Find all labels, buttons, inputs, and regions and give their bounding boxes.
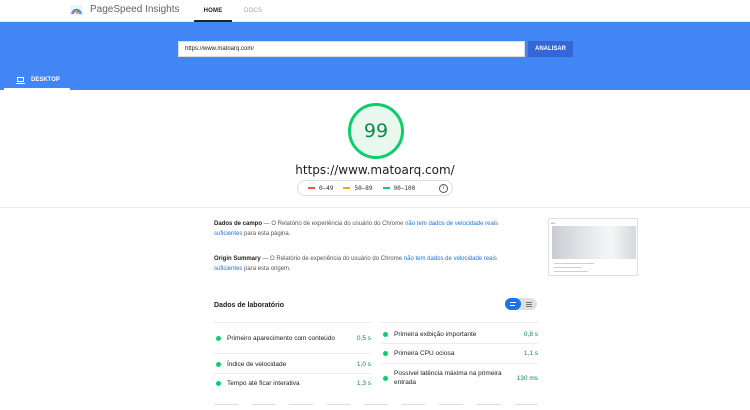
metrics-row-divider: [214, 353, 371, 354]
analyze-button[interactable]: ANALISAR: [528, 41, 573, 57]
metric-first-contentful-paint: Primeiro aparecimento com conteúdo 0,5 s: [214, 329, 371, 347]
nav-tab-docs[interactable]: DOCS: [244, 0, 262, 22]
pass-indicator-icon: [383, 375, 388, 381]
metric-first-cpu-idle: Primeira CPU ociosa 1,1 s: [381, 344, 538, 362]
app-brand: PageSpeed Insights: [90, 4, 180, 15]
metric-first-meaningful-paint: Primeira exibição importante 0,8 s: [381, 325, 538, 343]
pass-indicator-icon: [216, 335, 221, 341]
tab-desktop-label: DESKTOP: [31, 77, 60, 83]
nav-tab-home[interactable]: HOME: [194, 0, 232, 22]
pagespeed-logo-icon: [70, 5, 83, 16]
performance-score-gauge: 99: [348, 103, 404, 159]
metric-time-to-interactive: Tempo até ficar interativa 1,3 s: [214, 374, 371, 392]
search-header: ANALISAR DESKTOP: [0, 22, 750, 90]
origin-summary-section: Origin Summary — O Relatório de experiên…: [214, 254, 524, 274]
origin-summary-title: Origin Summary: [214, 256, 261, 262]
info-icon[interactable]: i: [439, 184, 448, 193]
metric-max-potential-fid: Possível latência máxima na primeira ent…: [381, 369, 538, 387]
field-data-title: Dados de campo: [214, 221, 263, 227]
field-data-suffix: para esta página.: [242, 231, 291, 237]
metrics-row-divider: [381, 363, 538, 364]
page-screenshot-thumbnail: ▪▪▪▪: [548, 218, 638, 276]
tab-desktop[interactable]: DESKTOP: [4, 72, 70, 90]
origin-summary-text: — O Relatório de experiência do usuário …: [260, 256, 404, 262]
section-divider: [0, 207, 750, 208]
screenshot-image: [552, 226, 636, 259]
legend-item-fail: 0–49: [308, 185, 333, 192]
field-data-section: Dados de campo — O Relatório de experiên…: [214, 219, 524, 239]
pass-indicator-icon: [383, 331, 388, 337]
view-toggle[interactable]: [505, 298, 537, 310]
pass-indicator-icon: [216, 380, 221, 386]
metric-speed-index: Índice de velocidade 1,0 s: [214, 355, 371, 373]
metrics-row-divider: [214, 322, 371, 323]
origin-summary-suffix: para esta origem.: [242, 266, 291, 272]
pass-indicator-icon: [383, 350, 388, 356]
legend-item-pass: 90–100: [382, 185, 415, 192]
analyzed-url: https://www.matoarq.com/: [295, 163, 455, 177]
metrics-row-divider: [381, 322, 538, 323]
performance-score: 99: [363, 120, 389, 142]
laptop-icon: [16, 76, 25, 84]
legend-item-average: 50–89: [343, 185, 373, 192]
top-bar: PageSpeed Insights HOME DOCS: [0, 0, 750, 22]
filmstrip-preview: [214, 404, 539, 410]
field-data-text: — O Relatório de experiência do usuário …: [262, 221, 406, 227]
toggle-list-view-icon[interactable]: [505, 298, 521, 310]
lab-data-title: Dados de laboratório: [214, 302, 285, 309]
pass-indicator-icon: [216, 361, 221, 367]
url-input[interactable]: [178, 41, 525, 57]
score-legend: 0–49 50–89 90–100 i: [297, 180, 453, 196]
